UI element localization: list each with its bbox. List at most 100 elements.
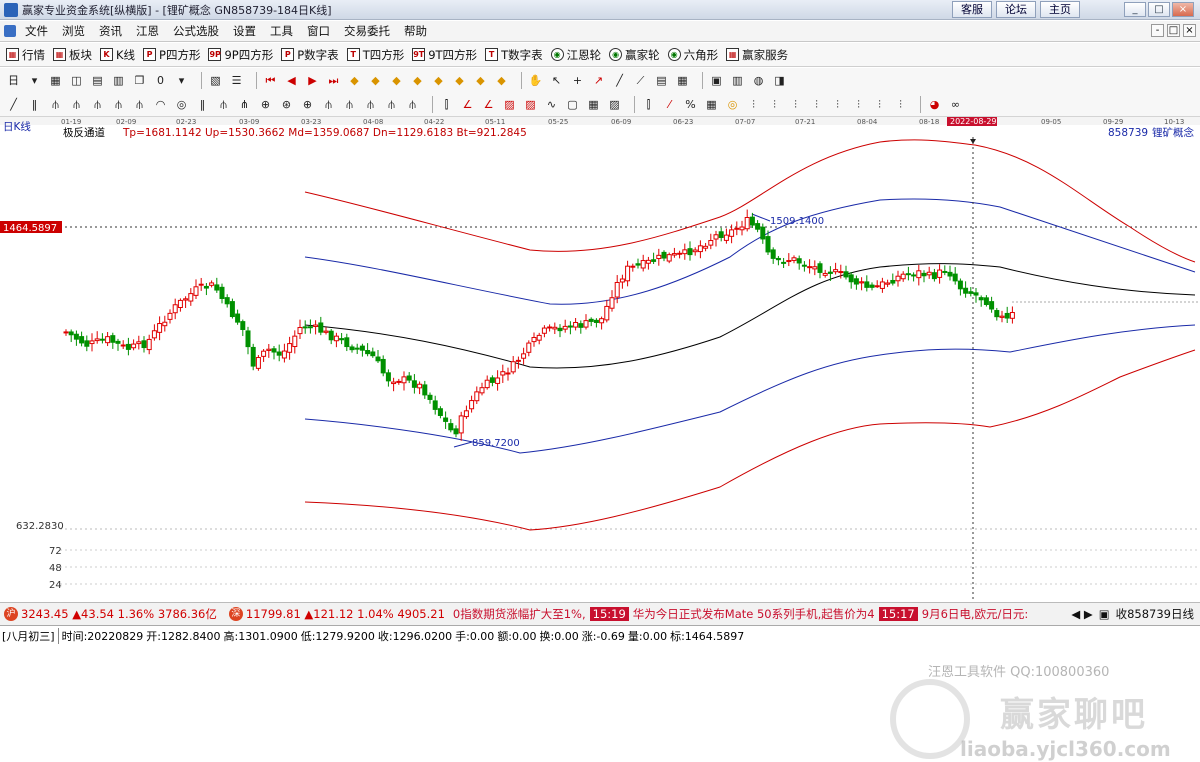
- angle-icon[interactable]: ∠: [481, 97, 496, 112]
- list-icon[interactable]: ☰: [229, 73, 244, 88]
- close-button[interactable]: ×: [1172, 2, 1194, 17]
- diamond-icon[interactable]: ◆: [494, 73, 509, 88]
- table-icon[interactable]: ▤: [90, 73, 105, 88]
- nav-p-square[interactable]: P P四方形: [143, 47, 200, 63]
- fork-icon[interactable]: ⫛: [48, 97, 63, 112]
- fork-icon[interactable]: ⫛: [132, 97, 147, 112]
- diamond-icon[interactable]: ◆: [431, 73, 446, 88]
- prev-bar-icon[interactable]: ◀: [284, 73, 299, 88]
- diamond-icon[interactable]: ◆: [368, 73, 383, 88]
- copy-icon[interactable]: ❐: [132, 73, 147, 88]
- homepage-link[interactable]: 主页: [1040, 1, 1080, 18]
- fan-icon[interactable]: ⟋: [633, 73, 648, 88]
- steps-icon[interactable]: ⫶: [767, 97, 782, 112]
- menu-settings[interactable]: 设置: [226, 23, 263, 39]
- menu-trade[interactable]: 交易委托: [337, 23, 397, 39]
- fork-icon[interactable]: ⫛: [405, 97, 420, 112]
- pitchfork-icon[interactable]: ⋔: [237, 97, 252, 112]
- indicator-icon[interactable]: ▧: [208, 73, 223, 88]
- app-menu-icon[interactable]: [4, 25, 16, 37]
- nav-9t-square[interactable]: 9T 9T四方形: [412, 47, 477, 63]
- angle-icon[interactable]: ∠: [460, 97, 475, 112]
- ruler-icon[interactable]: ⫿: [439, 97, 454, 112]
- slash-icon[interactable]: ⁄: [662, 97, 677, 112]
- news-item[interactable]: 华为今日正式发布Mate 50系列手机,起售价为4: [633, 606, 875, 622]
- fork-icon[interactable]: ⫛: [342, 97, 357, 112]
- mdi-close-button[interactable]: ×: [1183, 24, 1196, 37]
- nav-kline[interactable]: K K线: [100, 47, 135, 63]
- mdi-restore-button[interactable]: □: [1167, 24, 1180, 37]
- fork-icon[interactable]: ⫛: [90, 97, 105, 112]
- fork-icon[interactable]: ⫛: [384, 97, 399, 112]
- menu-file[interactable]: 文件: [18, 23, 55, 39]
- calendar-icon[interactable]: ▥: [730, 73, 745, 88]
- bars-icon[interactable]: ‖: [27, 97, 42, 112]
- nav-gann-wheel[interactable]: ◉ 江恩轮: [550, 47, 601, 63]
- nav-9p-square[interactable]: 9P 9P四方形: [208, 47, 273, 63]
- arc-icon[interactable]: ◠: [153, 97, 168, 112]
- menu-browse[interactable]: 浏览: [55, 23, 92, 39]
- nav-t-number-table[interactable]: T T数字表: [485, 47, 543, 63]
- wave-icon[interactable]: ∿: [544, 97, 559, 112]
- dropdown-arrow-icon[interactable]: ▾: [174, 73, 189, 88]
- mdi-minimize-button[interactable]: -: [1151, 24, 1164, 37]
- steps-icon[interactable]: ⫶: [746, 97, 761, 112]
- target-icon[interactable]: ⊕: [300, 97, 315, 112]
- colors-icon[interactable]: ◕: [927, 97, 942, 112]
- bars-icon[interactable]: ‖: [195, 97, 210, 112]
- circle-icon[interactable]: ◎: [725, 97, 740, 112]
- news-item[interactable]: 9月6日电,欧元/日元:: [922, 606, 1029, 622]
- menu-formula-screener[interactable]: 公式选股: [166, 23, 226, 39]
- nav-hexagon[interactable]: ◉ 六角形: [667, 47, 718, 63]
- draw-line-icon[interactable]: ╱: [6, 97, 21, 112]
- chart-type-icon[interactable]: ▥: [111, 73, 126, 88]
- fork-icon[interactable]: ⫛: [363, 97, 378, 112]
- grid-icon[interactable]: ▦: [48, 73, 63, 88]
- steps-icon[interactable]: ⫶: [893, 97, 908, 112]
- steps-icon[interactable]: ⫶: [851, 97, 866, 112]
- diamond-icon[interactable]: ◆: [389, 73, 404, 88]
- menu-tools[interactable]: 工具: [263, 23, 300, 39]
- nav-winner-wheel[interactable]: ◉ 赢家轮: [609, 47, 660, 63]
- minimize-button[interactable]: _: [1124, 2, 1146, 17]
- nav-sectors[interactable]: ▦ 板块: [53, 47, 92, 63]
- trend-icon[interactable]: ↗: [591, 73, 606, 88]
- diamond-icon[interactable]: ◆: [452, 73, 467, 88]
- nav-arrows-icon[interactable]: ◀ ▶: [1071, 607, 1092, 621]
- target-icon[interactable]: ⊛: [279, 97, 294, 112]
- box-icon[interactable]: ▢: [565, 97, 580, 112]
- next-bar-icon[interactable]: ▶: [305, 73, 320, 88]
- news-item[interactable]: 0指数期货涨幅扩大至1%,: [453, 606, 586, 622]
- steps-icon[interactable]: ⫶: [788, 97, 803, 112]
- fork-icon[interactable]: ⫛: [321, 97, 336, 112]
- sz-index-quote[interactable]: 11799.81 ▲121.12 1.04% 4905.21: [246, 607, 445, 621]
- menu-window[interactable]: 窗口: [300, 23, 337, 39]
- zero-icon[interactable]: 0: [153, 73, 168, 88]
- dropdown-arrow-icon[interactable]: ▾: [27, 73, 42, 88]
- line-icon[interactable]: ╱: [612, 73, 627, 88]
- hatch-icon[interactable]: ▨: [607, 97, 622, 112]
- palette-icon[interactable]: ◍: [751, 73, 766, 88]
- steps-icon[interactable]: ⫶: [809, 97, 824, 112]
- nav-quotes[interactable]: ▦ 行情: [6, 47, 45, 63]
- hatch-icon[interactable]: ▨: [502, 97, 517, 112]
- chart-canvas[interactable]: 01-19 02-09 02-23 03-09 03-23 04-08 04-22 05-11…: [0, 117, 1200, 602]
- fork-icon[interactable]: ⫛: [216, 97, 231, 112]
- period-select-icon[interactable]: 日: [6, 73, 21, 88]
- first-bar-icon[interactable]: ⏮: [263, 73, 278, 88]
- nav-t-square[interactable]: T T四方形: [346, 47, 404, 63]
- save-icon[interactable]: ▣: [709, 73, 724, 88]
- diamond-icon[interactable]: ◆: [410, 73, 425, 88]
- kline-chart[interactable]: 01-19 02-09 02-23 03-09 03-23 04-08 04-22 05-11…: [0, 117, 1200, 761]
- cursor-icon[interactable]: ↖: [549, 73, 564, 88]
- zoom-in-icon[interactable]: +: [570, 73, 585, 88]
- fork-icon[interactable]: ⫛: [111, 97, 126, 112]
- nav-p-number-table[interactable]: P P数字表: [281, 47, 339, 63]
- circle-icon[interactable]: ◎: [174, 97, 189, 112]
- infinity-icon[interactable]: ∞: [948, 97, 963, 112]
- target-icon[interactable]: ⊕: [258, 97, 273, 112]
- last-bar-icon[interactable]: ⏭: [326, 73, 341, 88]
- hatch-icon[interactable]: ▨: [523, 97, 538, 112]
- hand-icon[interactable]: ✋: [528, 73, 543, 88]
- menu-gann[interactable]: 江恩: [129, 23, 166, 39]
